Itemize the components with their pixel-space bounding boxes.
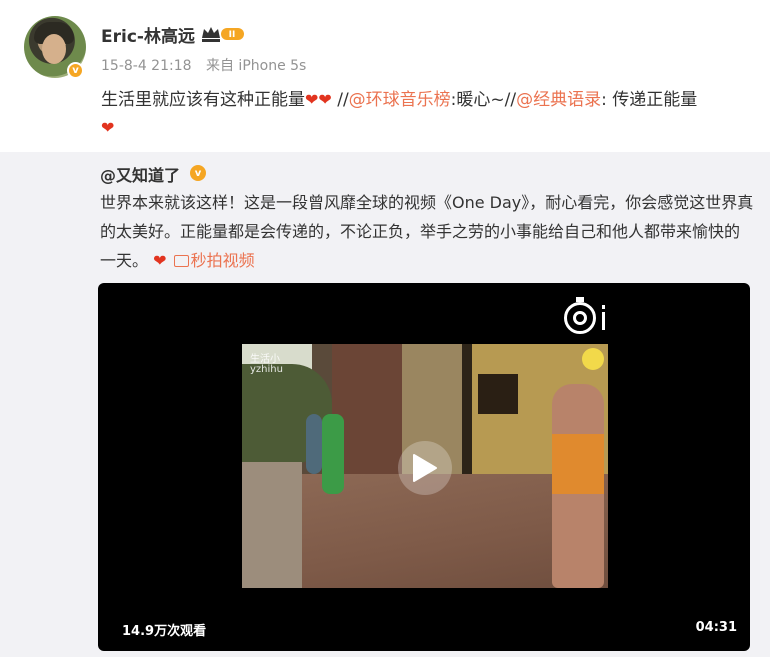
vip-crown-icon[interactable]: II <box>200 24 246 44</box>
heart-icon: ❤ <box>305 90 319 109</box>
repost-author[interactable]: @又知道了 <box>100 162 180 186</box>
post-meta: 15-8-4 21:18 来自 iPhone 5s <box>101 55 306 75</box>
verified-badge-icon: v <box>190 165 206 181</box>
mention-link[interactable]: @环球音乐榜 <box>349 90 451 110</box>
post-text-main: 生活里就应该有这种正能量 <box>101 90 305 110</box>
more-icon[interactable] <box>600 303 608 331</box>
username[interactable]: Eric-林高远 <box>101 22 195 47</box>
mention-link[interactable]: @经典语录 <box>516 90 601 110</box>
video-watermark-sub: yzhihu <box>250 364 283 375</box>
post-source: 来自 iPhone 5s <box>205 58 307 74</box>
svg-text:II: II <box>229 30 236 40</box>
post-header: v Eric-林高远 II 15-8-4 21:18 来自 iPhone 5s … <box>0 0 770 150</box>
thumbnail-sign <box>582 348 604 370</box>
play-button[interactable] <box>398 441 452 495</box>
video-player[interactable]: 生活小 yzhihu 14.9万次观看 04:31 <box>98 283 750 651</box>
heart-icon: ❤ <box>153 251 167 270</box>
play-icon <box>413 454 437 482</box>
heart-icon: ❤ <box>318 90 332 109</box>
video-link-icon <box>173 254 189 267</box>
reply-text: :暖心~// <box>450 90 517 110</box>
view-count: 14.9万次观看 <box>122 624 207 639</box>
thumbnail-curb <box>242 462 302 588</box>
avatar-face <box>42 34 66 64</box>
camera-icon[interactable] <box>564 297 596 334</box>
thumbnail-person <box>306 414 322 474</box>
thumbnail-skater <box>322 414 344 494</box>
reply-text: : 传递正能量 <box>601 90 698 110</box>
thumbnail-girl-shirt <box>552 434 604 494</box>
heart-icon: ❤ <box>101 118 115 137</box>
video-link[interactable]: 秒拍视频 <box>172 251 255 270</box>
video-link-label: 秒拍视频 <box>190 251 255 270</box>
separator: // <box>331 90 349 110</box>
post-date[interactable]: 15-8-4 21:18 <box>101 58 192 74</box>
verified-badge-icon: v <box>67 62 84 79</box>
thumbnail-shop-window <box>478 374 518 414</box>
repost-text: 世界本来就该这样！这是一段曾风靡全球的视频《One Day》，耐心看完，你会感觉… <box>100 188 755 275</box>
post-text: 生活里就应该有这种正能量❤❤ //@环球音乐榜:暖心~//@经典语录: 传递正能… <box>101 86 756 142</box>
video-watermark: 生活小 <box>250 354 280 365</box>
video-duration: 04:31 <box>695 620 737 635</box>
